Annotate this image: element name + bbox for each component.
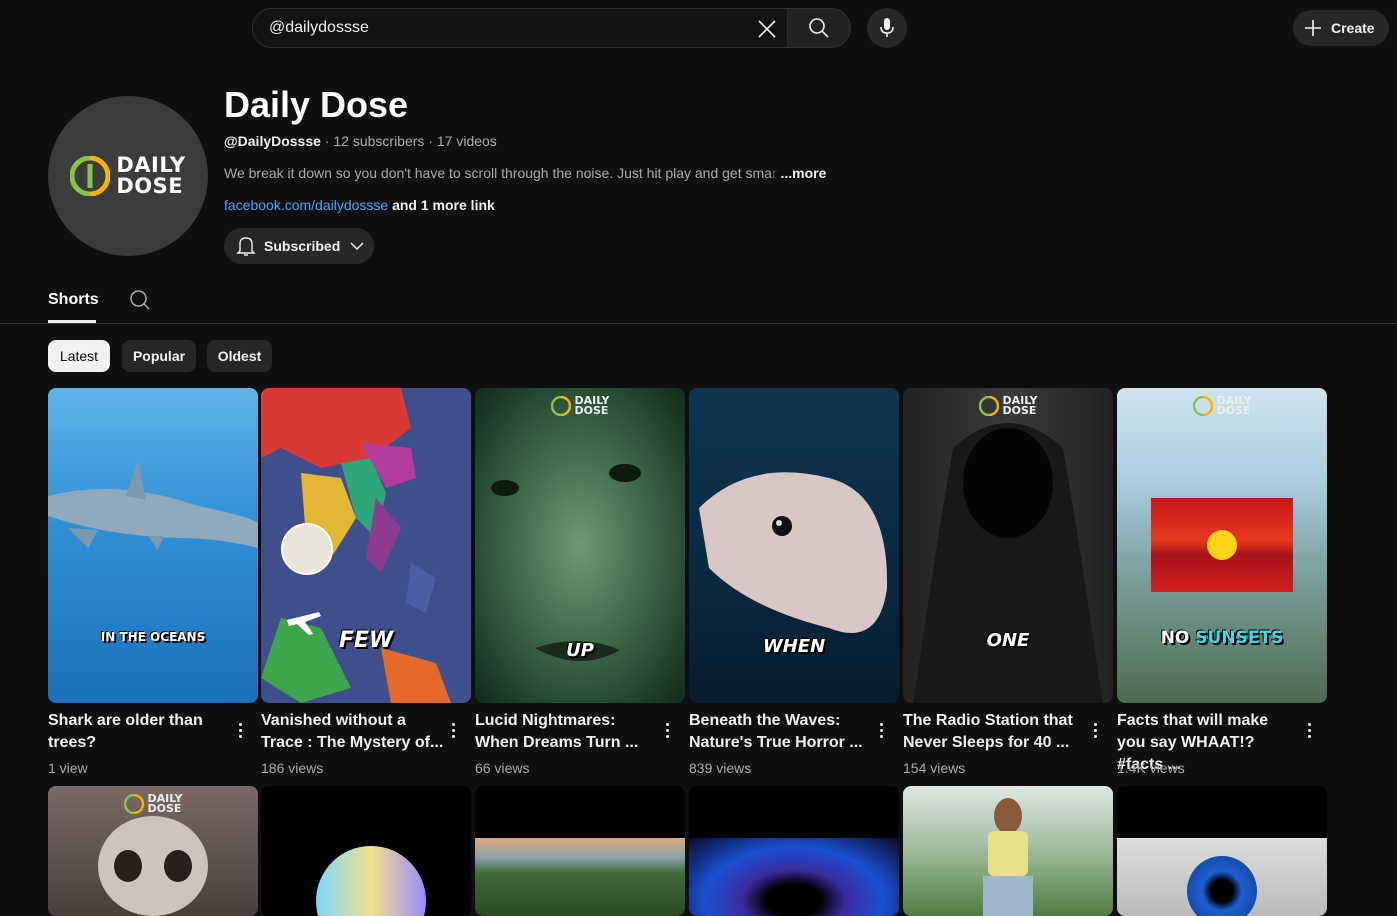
more-description-link[interactable]: ...more	[781, 165, 827, 181]
channel-meta: @DailyDossse · 12 subscribers · 17 video…	[224, 133, 497, 149]
short-thumbnail[interactable]	[689, 786, 899, 916]
more-links[interactable]: and 1 more link	[392, 197, 495, 213]
daily-dose-logo-icon	[1192, 396, 1213, 416]
eye-image	[1117, 838, 1327, 916]
short-thumbnail[interactable]: IN THE OCEANS	[48, 388, 258, 703]
channel-name: Daily Dose	[224, 84, 409, 125]
search-input[interactable]: @dailydossse	[252, 8, 788, 48]
short-thumbnail[interactable]	[903, 786, 1113, 916]
plus-icon	[1305, 20, 1321, 36]
search-query[interactable]: @dailydossse	[269, 19, 369, 37]
galaxy-image	[689, 838, 899, 916]
create-label: Create	[1331, 20, 1375, 36]
shark-image	[48, 460, 258, 550]
sunset-image	[1151, 498, 1293, 592]
more-options-icon[interactable]	[443, 718, 463, 742]
short-title[interactable]: Lucid Nightmares: When Dreams Turn ...	[475, 710, 659, 754]
channel-links: facebook.com/dailydossse and 1 more link	[224, 197, 495, 213]
avatar-logo-text: DAILY DOSE	[116, 153, 186, 198]
short-views: 186 views	[261, 760, 324, 776]
short-views: 154 views	[903, 760, 966, 776]
subscribed-button[interactable]: Subscribed	[224, 228, 374, 264]
filter-chip-popular[interactable]: Popular	[122, 340, 196, 372]
short-title[interactable]: The Radio Station that Never Sleeps for …	[903, 710, 1087, 754]
short-thumbnail[interactable]: DAILY DOSE	[48, 786, 258, 916]
short-thumbnail[interactable]: DAILY DOSE ONE	[903, 388, 1113, 703]
tab-shorts[interactable]: Shorts	[48, 291, 99, 309]
hooded-figure-image	[913, 423, 1103, 703]
video-count: 17 videos	[436, 133, 497, 149]
short-views: 839 views	[689, 760, 752, 776]
short-title[interactable]: Beneath the Waves: Nature's True Horror …	[689, 710, 873, 754]
channel-tabs: Shorts	[0, 280, 1397, 324]
create-button[interactable]: Create	[1293, 10, 1389, 46]
subscriber-count: 12 subscribers	[333, 133, 425, 149]
tab-active-indicator	[48, 320, 96, 323]
short-views: 66 views	[475, 760, 530, 776]
bell-icon	[236, 237, 256, 256]
search-icon	[809, 18, 829, 38]
short-caption: WHEN	[762, 636, 826, 657]
short-thumbnail[interactable]	[261, 786, 471, 916]
short-caption: UP	[566, 640, 594, 661]
more-options-icon[interactable]	[1085, 718, 1105, 742]
explorer-photo	[281, 523, 333, 575]
short-caption: NO SUNSETS	[1160, 628, 1284, 648]
short-thumbnail[interactable]	[1117, 786, 1327, 916]
microphone-icon	[880, 18, 894, 37]
channel-description[interactable]: We break it down so you don't have to sc…	[224, 165, 844, 181]
short-card: WHEN Beneath the Waves: Nature's True Ho…	[689, 388, 899, 776]
subscribed-label: Subscribed	[264, 238, 341, 254]
chevron-down-icon	[350, 242, 364, 251]
sphere-image	[316, 846, 426, 916]
short-views: 1 view	[48, 760, 88, 776]
facebook-link[interactable]: facebook.com/dailydossse	[224, 197, 388, 213]
short-card: FEW Vanished without a Trace : The Myste…	[261, 388, 471, 776]
more-options-icon[interactable]	[1299, 718, 1319, 742]
search-button[interactable]	[787, 8, 851, 48]
more-options-icon[interactable]	[871, 718, 891, 742]
more-options-icon[interactable]	[657, 718, 677, 742]
short-thumbnail[interactable]: DAILY DOSE NO SUNSETS	[1117, 388, 1327, 703]
short-thumbnail[interactable]: DAILY DOSE UP	[475, 388, 685, 703]
skull-image	[98, 816, 208, 916]
daily-dose-logo-icon	[70, 156, 111, 196]
forest-image	[475, 838, 685, 916]
short-caption: FEW	[338, 628, 394, 653]
short-caption: IN THE OCEANS	[100, 630, 206, 644]
channel-handle: @DailyDossse	[224, 133, 321, 149]
short-card: DAILY DOSE UP Lucid Nightmares: When Drea…	[475, 388, 685, 776]
short-title[interactable]: Shark are older than trees?	[48, 710, 232, 754]
short-card: IN THE OCEANS Shark are older than trees…	[48, 388, 258, 776]
short-thumbnail[interactable]: WHEN	[689, 388, 899, 703]
channel-avatar[interactable]: DAILY DOSE	[48, 96, 208, 256]
voice-search-button[interactable]	[867, 8, 907, 48]
more-options-icon[interactable]	[230, 718, 250, 742]
daily-dose-watermark: DAILY DOSE	[1117, 395, 1327, 416]
woman-walking-image	[983, 798, 1033, 916]
top-bar: @dailydossse Create	[0, 0, 1397, 56]
short-views: 1.4K views	[1117, 760, 1185, 776]
filter-chip-oldest[interactable]: Oldest	[207, 340, 272, 372]
short-caption: ONE	[986, 630, 1030, 651]
clear-search-icon[interactable]	[753, 15, 781, 43]
short-card: DAILY DOSE NO SUNSETS Facts that will mak…	[1117, 388, 1327, 776]
short-thumbnail[interactable]: FEW	[261, 388, 471, 703]
filter-chip-latest[interactable]: Latest	[48, 340, 110, 372]
channel-search-icon[interactable]	[128, 288, 152, 312]
short-title[interactable]: Vanished without a Trace : The Mystery o…	[261, 710, 445, 754]
short-thumbnail[interactable]	[475, 786, 685, 916]
short-card: DAILY DOSE ONE The Radio Station that Nev…	[903, 388, 1113, 776]
